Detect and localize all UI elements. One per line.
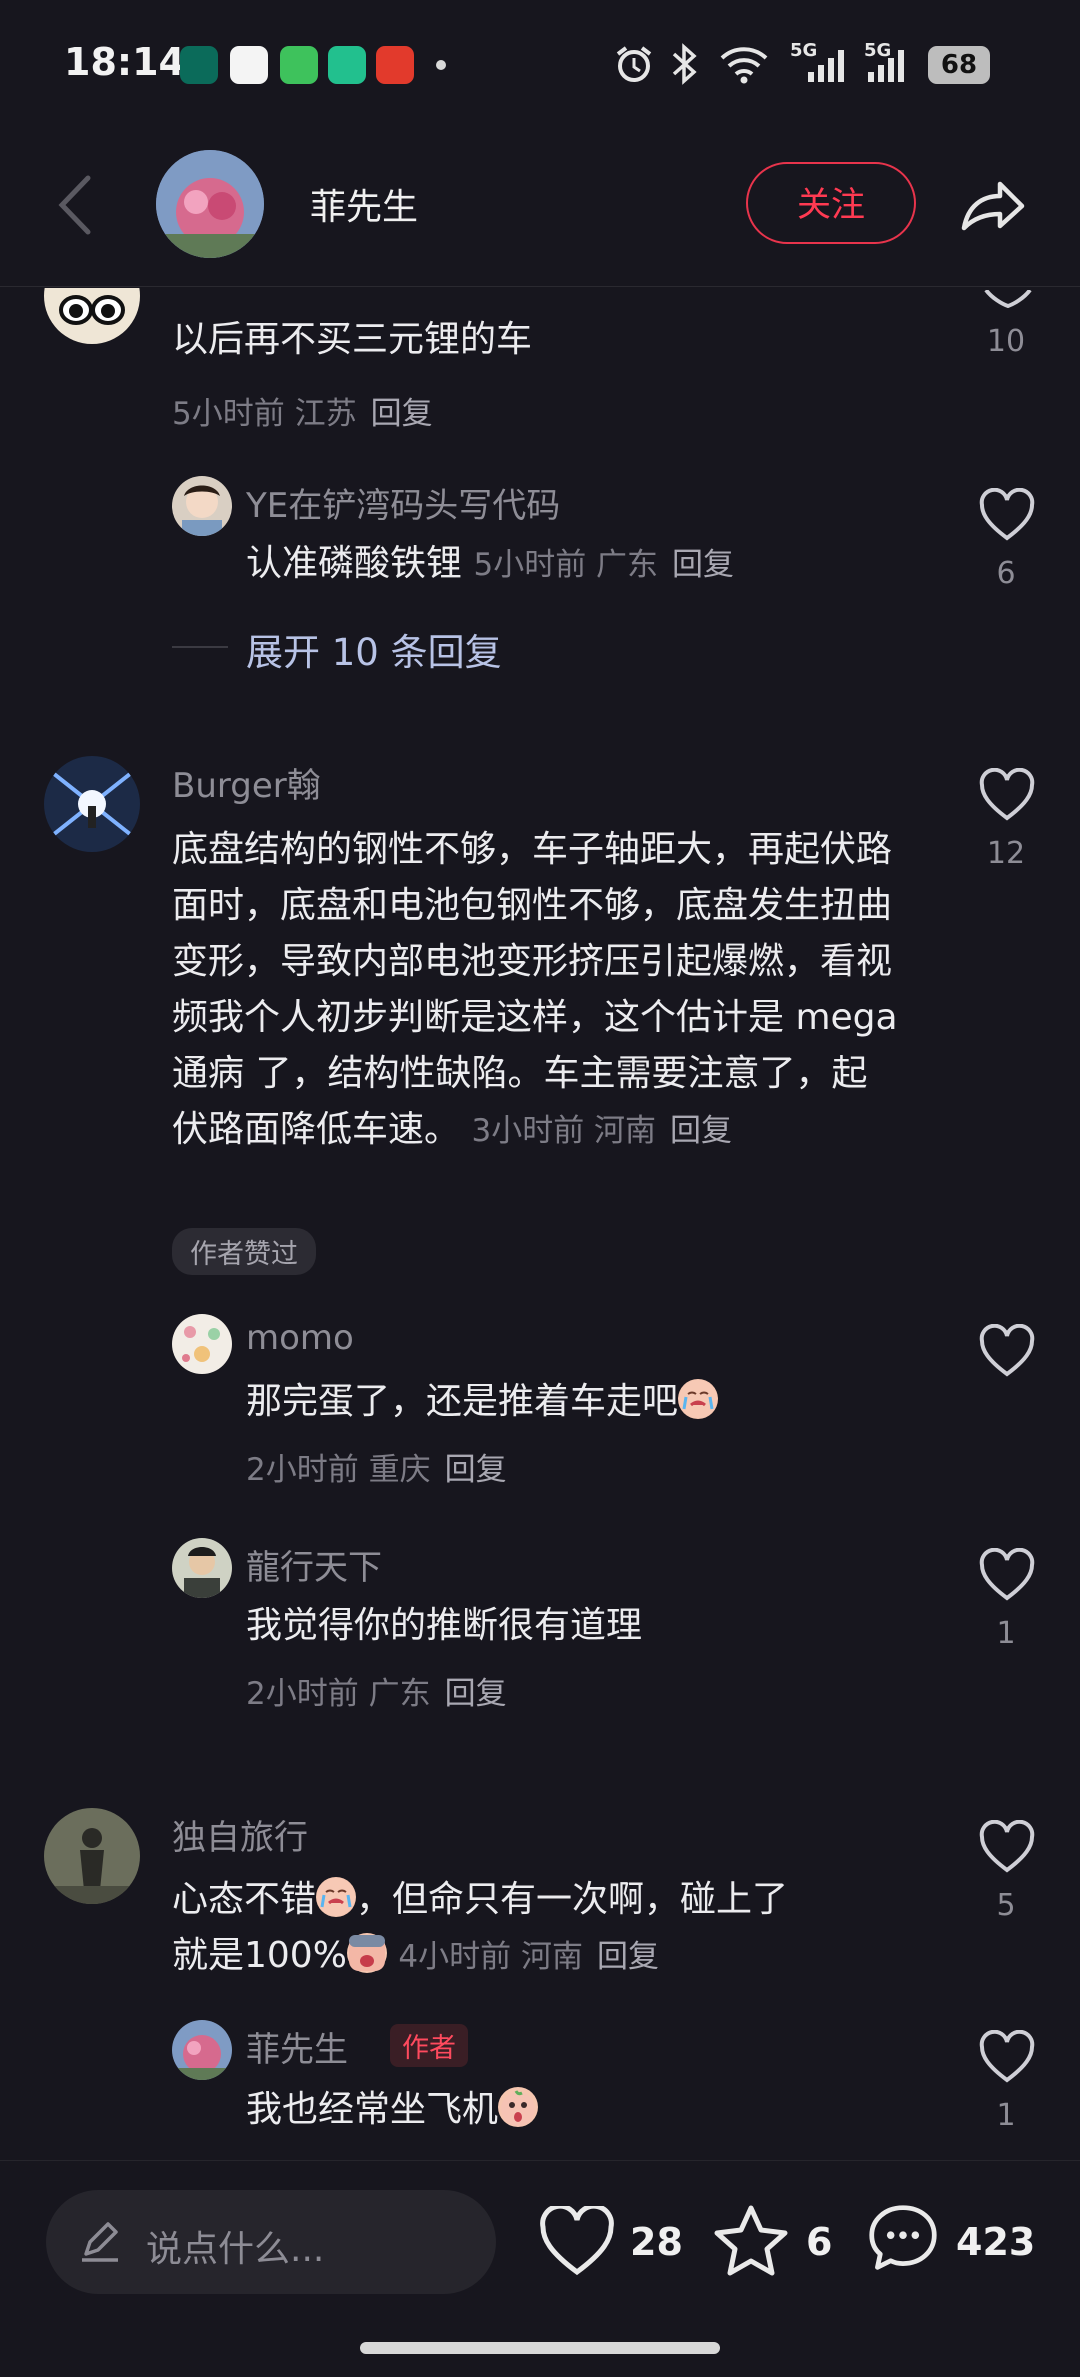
pen-icon [82, 2222, 118, 2262]
app-notification-icon [230, 46, 268, 84]
like-count: 1 [996, 2098, 1016, 2133]
like-count: 5 [996, 1888, 1016, 1923]
surprised-emoji-icon [498, 2087, 539, 2127]
follow-button[interactable]: 关注 [746, 162, 916, 244]
wifi-icon [720, 47, 768, 84]
crying-emoji-icon [678, 1379, 719, 1419]
share-icon[interactable] [956, 166, 1028, 238]
more-notifications-dot [436, 60, 446, 70]
app-notification-icon [376, 46, 414, 84]
author-liked-badge: 作者赞过 [172, 1228, 316, 1275]
comment-input-placeholder[interactable]: 说点什么... [146, 2220, 324, 2272]
like-icon[interactable] [978, 768, 1036, 822]
reply-text: 我也经常坐飞机 [246, 2089, 499, 2130]
comment-text: 就是100% [172, 1935, 347, 1976]
like-count: 10 [986, 324, 1026, 359]
comment-bubble-icon[interactable] [864, 2202, 942, 2274]
reply-button[interactable]: 回复 [371, 396, 433, 432]
comment-meta: 5小时前 江苏 回复 [172, 388, 433, 433]
commenter-name[interactable]: Burger翰 [172, 758, 321, 807]
reply-button[interactable]: 回复 [597, 1939, 659, 1975]
reply-meta: 2小时前 重庆 回复 [246, 1444, 507, 1489]
star-icon[interactable] [712, 2204, 790, 2276]
reply-button[interactable]: 回复 [670, 1113, 732, 1149]
comment-text: 心态不错 [172, 1879, 317, 1920]
comment-time-location: 5小时前 江苏 [172, 396, 357, 432]
reply-time-location: 5小时前 广东 [473, 547, 659, 583]
like-icon[interactable] [978, 488, 1036, 542]
status-time: 18:14 [64, 40, 185, 84]
app-notification-icon [180, 46, 218, 84]
author-tag: 作者 [390, 2024, 468, 2067]
reply-avatar[interactable] [172, 1314, 232, 1374]
bluetooth-icon [672, 43, 697, 85]
reply-body: 认准磷酸铁锂 5小时前 广东 回复 [246, 536, 734, 593]
reply-button[interactable]: 回复 [445, 1676, 507, 1712]
message-notification-icon [280, 46, 318, 84]
app-notification-icon [328, 46, 366, 84]
comment-body: 底盘结构的钢性不够，车子轴距大，再起伏路面时，底盘和电池包钢性不够，底盘发生扭曲… [172, 822, 900, 1159]
like-count: 1 [996, 1616, 1016, 1651]
comment-body: 心态不错 ，但命只有一次啊，碰上了 就是100% 4小时前 河南 回复 [172, 1872, 900, 1985]
favorite-count: 6 [806, 2220, 833, 2264]
reply-author[interactable]: YE在铲湾码头写代码 [246, 478, 560, 527]
commenter-avatar[interactable] [44, 288, 140, 344]
battery-indicator: 68 [928, 46, 990, 84]
author-avatar[interactable] [156, 150, 264, 258]
like-icon[interactable] [980, 290, 1036, 308]
reply-text: 我觉得你的推断很有道理 [246, 1605, 643, 1646]
status-bar: 18:14 5G 5G 68 [0, 0, 1080, 130]
crying-emoji-icon [316, 1877, 357, 1917]
reply-author[interactable]: 龍行天下 [246, 1540, 382, 1589]
like-count: 12 [986, 836, 1026, 871]
alarm-icon [616, 46, 652, 82]
expand-replies-button[interactable]: 展开 10 条回复 [246, 622, 502, 676]
comment-text: 底盘结构的钢性不够，车子轴距大，再起伏路面时，底盘和电池包钢性不够，底盘发生扭曲… [172, 829, 898, 1150]
comment-time-location: 4小时前 河南 [398, 1939, 583, 1975]
back-arrow-icon[interactable] [50, 170, 100, 240]
comment-time-location: 3小时前 河南 [471, 1113, 657, 1149]
like-icon[interactable] [978, 1548, 1036, 1602]
commenter-avatar[interactable] [44, 756, 140, 852]
reply-avatar[interactable] [172, 476, 232, 536]
like-icon[interactable] [978, 1324, 1036, 1378]
header-divider [0, 286, 1080, 287]
reply-text: 认准磷酸铁锂 [246, 543, 463, 584]
author-name[interactable]: 菲先生 [310, 178, 418, 230]
like-count: 6 [996, 556, 1016, 591]
signal-icon [808, 50, 844, 82]
heart-icon[interactable] [538, 2206, 616, 2278]
reply-button[interactable]: 回复 [445, 1452, 507, 1488]
like-icon[interactable] [978, 2030, 1036, 2084]
home-indicator[interactable] [360, 2342, 720, 2354]
reply-body: 那完蛋了，还是推着车走吧 [246, 1374, 719, 1430]
reply-button[interactable]: 回复 [672, 547, 734, 583]
commenter-avatar[interactable] [44, 1808, 140, 1904]
reply-avatar[interactable] [172, 2020, 232, 2080]
post-like-count: 28 [630, 2220, 683, 2264]
expand-line [172, 646, 228, 648]
comment-count: 423 [956, 2220, 1036, 2264]
comment-text: ，但命只有一次啊，碰上了 [356, 1879, 789, 1920]
reply-body: 我也经常坐飞机 [246, 2082, 539, 2138]
comment-text: 以后再不买三元锂的车 [172, 319, 533, 360]
reply-author[interactable]: 菲先生 [246, 2022, 348, 2071]
like-icon[interactable] [978, 1820, 1036, 1874]
reply-meta: 2小时前 广东 回复 [246, 1668, 507, 1713]
commenter-name[interactable]: 独自旅行 [172, 1810, 308, 1859]
reply-text: 那完蛋了，还是推着车走吧 [246, 1381, 679, 1422]
signal-icon [868, 50, 904, 82]
reply-time-location: 2小时前 广东 [246, 1676, 431, 1712]
reply-avatar[interactable] [172, 1538, 232, 1598]
reply-author[interactable]: momo [246, 1318, 354, 1358]
reply-time-location: 2小时前 重庆 [246, 1452, 431, 1488]
scared-emoji-icon [346, 1933, 387, 1973]
